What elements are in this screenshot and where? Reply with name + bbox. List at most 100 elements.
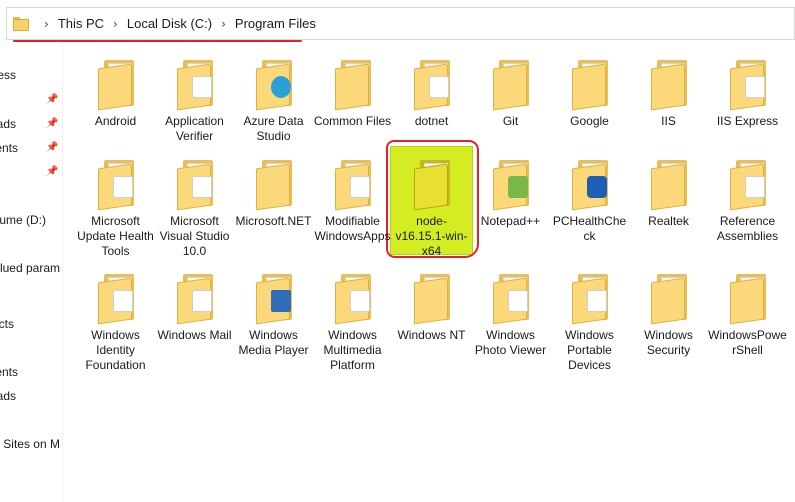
folder-icon bbox=[566, 56, 614, 112]
nav-item-label: ents bbox=[0, 365, 18, 379]
folder-icon bbox=[92, 270, 140, 326]
folder-label: Notepad++ bbox=[480, 214, 541, 228]
folder-label: Windows Identity Foundation bbox=[85, 328, 146, 372]
folder-item[interactable]: Reference Assemblies bbox=[708, 152, 787, 260]
folder-icon bbox=[408, 270, 456, 326]
nav-item-label: ads bbox=[0, 389, 16, 403]
pin-icon[interactable]: 📌 bbox=[46, 95, 58, 105]
folder-item[interactable]: PCHealthCheck bbox=[550, 152, 629, 260]
folder-icon bbox=[329, 270, 377, 326]
nav-item-label: ents bbox=[0, 141, 18, 155]
breadcrumb-chevron-icon[interactable]: › bbox=[221, 17, 226, 31]
folder-icon bbox=[566, 270, 614, 326]
folder-label: Windows Security bbox=[644, 328, 693, 357]
folder-icon bbox=[329, 156, 377, 212]
folder-icon bbox=[171, 156, 219, 212]
folder-label: Azure Data Studio bbox=[243, 114, 304, 143]
nav-item-label: lued param bbox=[0, 261, 60, 275]
folder-icon bbox=[408, 156, 456, 212]
folder-item[interactable]: Windows Portable Devices bbox=[550, 266, 629, 374]
folder-item[interactable]: Windows Multimedia Platform bbox=[313, 266, 392, 374]
nav-item-label: ads bbox=[0, 117, 16, 131]
folder-label: Microsoft Update Health Tools bbox=[77, 214, 154, 258]
folder-item[interactable]: IIS Express bbox=[708, 52, 787, 160]
folder-icon bbox=[487, 270, 535, 326]
folder-icon bbox=[724, 156, 772, 212]
folder-label: Git bbox=[502, 114, 519, 128]
folder-label: Application Verifier bbox=[165, 114, 224, 143]
folder-item[interactable]: Android bbox=[76, 52, 155, 160]
folder-icon bbox=[487, 156, 535, 212]
folder-item[interactable]: Microsoft Update Health Tools bbox=[76, 152, 155, 260]
folder-label: Android bbox=[94, 114, 137, 128]
breadcrumb-local-disk[interactable]: Local Disk (C:) bbox=[127, 16, 212, 31]
breadcrumb-chevron-icon[interactable]: › bbox=[44, 17, 49, 31]
folder-label: Windows Media Player bbox=[238, 328, 309, 357]
folder-icon bbox=[171, 56, 219, 112]
file-list[interactable]: Android Application Verifier Azure Data St… bbox=[76, 52, 795, 502]
folder-icon bbox=[250, 156, 298, 212]
folder-item[interactable]: Google bbox=[550, 52, 629, 160]
folder-icon bbox=[645, 156, 693, 212]
folder-label: Microsoft Visual Studio 10.0 bbox=[159, 214, 230, 258]
folder-icon bbox=[92, 56, 140, 112]
pin-icon[interactable]: 📌 bbox=[46, 119, 58, 129]
folder-label: Windows NT bbox=[397, 328, 466, 342]
folder-item[interactable]: IIS bbox=[629, 52, 708, 160]
address-bar[interactable]: › This PC › Local Disk (C:) › Program Fi… bbox=[6, 7, 795, 40]
folder-icon bbox=[408, 56, 456, 112]
folder-item[interactable]: Application Verifier bbox=[155, 52, 234, 160]
folder-icon bbox=[724, 270, 772, 326]
folder-item[interactable]: Windows NT bbox=[392, 266, 471, 374]
folder-label: Reference Assemblies bbox=[716, 214, 779, 243]
folder-item[interactable]: Windows Photo Viewer bbox=[471, 266, 550, 374]
folder-icon bbox=[171, 270, 219, 326]
folder-label: Google bbox=[570, 114, 609, 128]
nav-item-label: Sites on M bbox=[3, 437, 60, 451]
folder-item[interactable]: Microsoft.NET bbox=[234, 152, 313, 260]
folder-icon bbox=[724, 56, 772, 112]
folder-item[interactable]: dotnet bbox=[392, 52, 471, 160]
folder-label: Windows Mail bbox=[157, 328, 232, 342]
breadcrumb-this-pc[interactable]: This PC bbox=[58, 16, 104, 31]
folder-item[interactable]: Realtek bbox=[629, 152, 708, 260]
folder-label: Realtek bbox=[648, 214, 689, 228]
folder-icon bbox=[92, 156, 140, 212]
folder-label: Common Files bbox=[313, 114, 392, 128]
folder-item[interactable]: Microsoft Visual Studio 10.0 bbox=[155, 152, 234, 260]
folder-label: IIS Express bbox=[716, 114, 779, 128]
folder-icon bbox=[250, 270, 298, 326]
folder-item[interactable]: Azure Data Studio bbox=[234, 52, 313, 160]
folder-item[interactable]: Windows Mail bbox=[155, 266, 234, 374]
folder-label: Modifiable WindowsApps bbox=[314, 214, 391, 243]
nav-item-label: cts bbox=[0, 317, 14, 331]
folder-item[interactable]: Notepad++ bbox=[471, 152, 550, 260]
folder-label: node-v16.15.1-win-x64 bbox=[395, 214, 468, 258]
folder-item[interactable]: Common Files bbox=[313, 52, 392, 160]
folder-item[interactable]: Modifiable WindowsApps bbox=[313, 152, 392, 260]
folder-label: Windows Portable Devices bbox=[565, 328, 614, 372]
folder-label: WindowsPowerShell bbox=[708, 328, 787, 357]
pin-icon[interactable]: 📌 bbox=[46, 167, 58, 177]
folder-item[interactable]: Windows Identity Foundation bbox=[76, 266, 155, 374]
folder-item[interactable]: WindowsPowerShell bbox=[708, 266, 787, 374]
folder-label: Windows Multimedia Platform bbox=[323, 328, 382, 372]
folder-icon bbox=[13, 16, 29, 31]
folder-item[interactable]: Windows Media Player bbox=[234, 266, 313, 374]
pin-icon[interactable]: 📌 bbox=[46, 143, 58, 153]
breadcrumb-program-files[interactable]: Program Files bbox=[235, 16, 316, 31]
folder-item[interactable]: node-v16.15.1-win-x64 bbox=[392, 152, 471, 260]
folder-item[interactable]: Git bbox=[471, 52, 550, 160]
folder-item[interactable]: Windows Security bbox=[629, 266, 708, 374]
folder-icon bbox=[250, 56, 298, 112]
folder-label: dotnet bbox=[414, 114, 449, 128]
folder-icon bbox=[487, 56, 535, 112]
navigation-pane[interactable]: ess ads ents ume (D:) lued param cts ent… bbox=[0, 42, 62, 502]
folder-icon bbox=[329, 56, 377, 112]
nav-item-label: ume (D:) bbox=[0, 213, 46, 227]
folder-icon bbox=[566, 156, 614, 212]
folder-icon bbox=[645, 270, 693, 326]
breadcrumb-chevron-icon[interactable]: › bbox=[113, 17, 118, 31]
folder-label: PCHealthCheck bbox=[552, 214, 627, 243]
folder-icon bbox=[645, 56, 693, 112]
